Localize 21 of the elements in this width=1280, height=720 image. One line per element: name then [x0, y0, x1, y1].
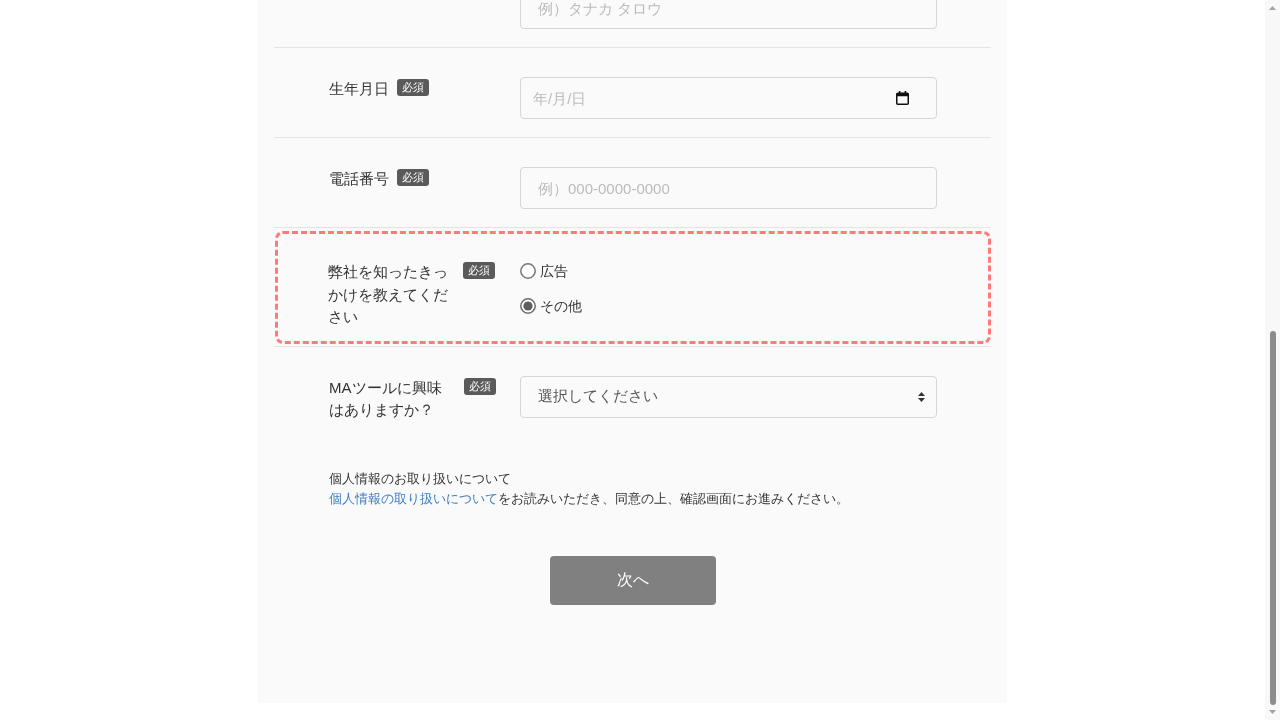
field-label: 電話番号 — [329, 169, 389, 189]
calendar-icon — [896, 91, 909, 105]
radio-option[interactable]: 広告 — [519, 260, 568, 282]
required-badge: 必須 — [464, 377, 496, 395]
scrollbar[interactable] — [1265, 0, 1280, 720]
privacy-policy-link[interactable]: 個人情報の取り扱いについて — [329, 490, 498, 506]
select-dropdown[interactable]: 選択してください — [520, 375, 937, 418]
privacy-heading: 個人情報のお取り扱いについて — [329, 469, 512, 488]
radio-option[interactable]: その他 — [519, 295, 582, 317]
next-button[interactable]: 次へ — [549, 555, 716, 605]
field-label: 生年月日 — [329, 79, 389, 99]
field-label: MAツールに興味はありますか？ — [329, 377, 443, 420]
text-input[interactable]: 例）000-0000-0000 — [520, 167, 937, 209]
required-badge: 必須 — [397, 169, 429, 186]
field-label: 弊社を知ったきっかけを教えてください — [328, 262, 449, 327]
required-badge: 必須 — [397, 79, 429, 96]
up-down-arrows-icon — [918, 391, 925, 402]
required-badge: 必須 — [463, 262, 495, 279]
consent-text: 個人情報の取り扱いについてをお読みいただき、同意の上、確認画面にお進みください。 — [329, 489, 850, 508]
text-input[interactable]: 例）タナカ タロウ — [520, 0, 937, 29]
date-field[interactable]: 年/月/日 — [520, 77, 937, 119]
